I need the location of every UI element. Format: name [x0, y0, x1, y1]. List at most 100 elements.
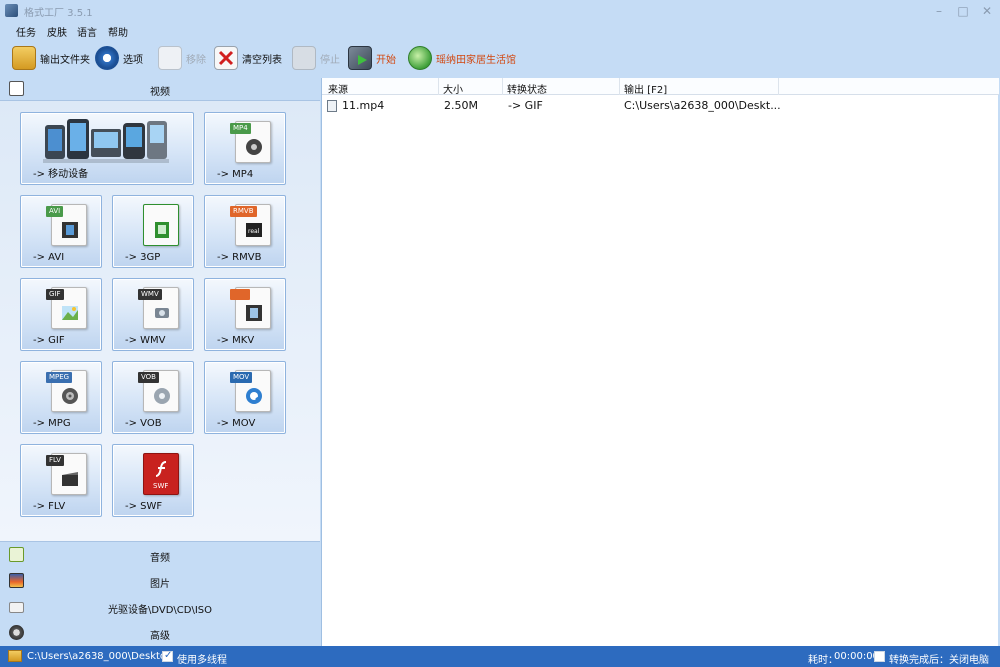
vob-badge: VOB: [138, 372, 159, 383]
output-folder-label: 输出文件夹: [40, 54, 90, 66]
tile-mkv[interactable]: -> MKV: [204, 278, 286, 351]
tile-mp4[interactable]: MP4 -> MP4: [204, 112, 286, 185]
wmv-badge: WMV: [138, 289, 162, 300]
start-button[interactable]: 开始: [348, 44, 396, 72]
tile-rmvb-label: -> RMVB: [217, 252, 262, 263]
video-format-grid: -> 移动设备 MP4 -> MP4 AVI -> AVI -> 3GP RMV…: [0, 100, 320, 542]
col-status[interactable]: 转换状态: [507, 81, 547, 96]
gif-file-icon: GIF: [46, 287, 87, 329]
close-icon[interactable]: ✕: [976, 2, 998, 20]
file-list-header: 来源 大小 转换状态 输出 [F2]: [322, 78, 999, 96]
col-size[interactable]: 大小: [443, 81, 463, 96]
menu-task[interactable]: 任务: [16, 24, 36, 39]
elapsed-value: 00:00:00: [834, 651, 879, 662]
category-rom-label: 光驱设备\DVD\CD\ISO: [107, 605, 213, 616]
clear-list-icon: [214, 46, 238, 70]
category-video-header[interactable]: 视频: [0, 78, 320, 100]
mp4-file-icon: MP4: [230, 121, 271, 163]
title-bar: 格式工厂 3.5.1 – □ ✕: [0, 0, 1000, 22]
folder-icon: [12, 46, 36, 70]
col-divider[interactable]: [619, 78, 620, 95]
file-list-panel: 来源 大小 转换状态 输出 [F2] 11.mp4 2.50M -> GIF C…: [321, 78, 999, 646]
ad-link-button[interactable]: 瑶纳田家居生活馆: [408, 44, 516, 72]
output-folder-button[interactable]: 输出文件夹: [12, 44, 90, 72]
menu-skin[interactable]: 皮肤: [47, 24, 67, 39]
tile-swf[interactable]: SWF -> SWF: [112, 444, 194, 517]
remove-label: 移除: [186, 54, 206, 66]
video-file-icon: [327, 100, 337, 112]
tile-mobile-devices-label: -> 移动设备: [33, 169, 89, 180]
col-divider[interactable]: [778, 78, 779, 95]
tile-mpg[interactable]: MPEG -> MPG: [20, 361, 102, 434]
tile-gif-label: -> GIF: [33, 335, 65, 346]
flv-file-icon: FLV: [46, 453, 87, 495]
col-divider[interactable]: [502, 78, 503, 95]
row-status: -> GIF: [508, 99, 543, 112]
tile-flv[interactable]: FLV -> FLV: [20, 444, 102, 517]
flv-badge: FLV: [46, 455, 64, 466]
menu-language[interactable]: 语言: [77, 24, 97, 39]
minimize-icon[interactable]: –: [928, 2, 950, 20]
category-image-header[interactable]: 图片: [0, 570, 320, 592]
rmvb-badge: RMVB: [230, 206, 257, 217]
stop-button[interactable]: 停止: [292, 44, 340, 72]
category-audio-label: 音频: [150, 553, 170, 564]
options-button[interactable]: 选项: [95, 44, 143, 72]
tile-avi-label: -> AVI: [33, 252, 65, 263]
output-folder-status-icon[interactable]: [8, 650, 22, 662]
tile-gif[interactable]: GIF -> GIF: [20, 278, 102, 351]
swf-badge: SWF: [153, 482, 169, 490]
options-label: 选项: [123, 54, 143, 66]
mobile-devices-icon: [43, 119, 169, 163]
tile-3gp-label: -> 3GP: [125, 252, 161, 263]
tile-vob[interactable]: VOB -> VOB: [112, 361, 194, 434]
tile-mpg-label: -> MPG: [33, 418, 71, 429]
maximize-icon[interactable]: □: [952, 2, 974, 20]
app-icon: [5, 4, 18, 17]
tile-mov-label: -> MOV: [217, 418, 256, 429]
tile-mp4-label: -> MP4: [217, 169, 254, 180]
stop-label: 停止: [320, 54, 340, 66]
vob-file-icon: VOB: [138, 370, 179, 412]
tile-mobile-devices[interactable]: -> 移动设备: [20, 112, 194, 185]
mpg-file-icon: MPEG: [46, 370, 87, 412]
tile-3gp[interactable]: -> 3GP: [112, 195, 194, 268]
tile-mkv-label: -> MKV: [217, 335, 255, 346]
mkv-badge: [230, 289, 250, 300]
stop-icon: [292, 46, 316, 70]
mp4-badge: MP4: [230, 123, 251, 134]
multithread-checkbox[interactable]: [162, 650, 173, 662]
gif-badge: GIF: [46, 289, 64, 300]
clear-list-button[interactable]: 清空列表: [214, 44, 282, 72]
table-row[interactable]: 11.mp4 2.50M -> GIF C:\Users\a2638_000\D…: [322, 97, 999, 113]
col-divider[interactable]: [438, 78, 439, 95]
after-convert-checkbox[interactable]: [874, 651, 885, 662]
tile-rmvb[interactable]: RMVB real -> RMVB: [204, 195, 286, 268]
col-output[interactable]: 输出 [F2]: [624, 81, 667, 96]
clear-list-label: 清空列表: [242, 54, 282, 66]
multithread-label: 使用多线程: [177, 655, 227, 666]
rmvb-file-icon: RMVB real: [230, 204, 271, 246]
category-panel: 视频 -> 移动设备 MP4 -> MP4 AVI -> AVI -> 3GP …: [0, 78, 320, 646]
avi-file-icon: AVI: [46, 204, 87, 246]
swf-file-icon: SWF: [143, 453, 179, 495]
category-rom-header[interactable]: 光驱设备\DVD\CD\ISO: [0, 596, 320, 618]
row-size: 2.50M: [444, 99, 478, 112]
mpg-badge: MPEG: [46, 372, 73, 383]
category-audio-header[interactable]: 音频: [0, 544, 320, 566]
row-output: C:\Users\a2638_000\Deskt...: [624, 99, 781, 112]
row-source: 11.mp4: [342, 99, 385, 112]
wmv-file-icon: WMV: [138, 287, 179, 329]
category-advanced-header[interactable]: 高级: [0, 622, 320, 644]
menu-help[interactable]: 帮助: [108, 24, 128, 39]
tile-wmv[interactable]: WMV -> WMV: [112, 278, 194, 351]
gear-icon: [95, 46, 119, 70]
tile-swf-label: -> SWF: [125, 501, 163, 512]
tile-avi[interactable]: AVI -> AVI: [20, 195, 102, 268]
remove-button[interactable]: 移除: [158, 44, 206, 72]
col-source[interactable]: 来源: [328, 81, 348, 96]
globe-icon: [408, 46, 432, 70]
ad-link-label: 瑶纳田家居生活馆: [436, 54, 516, 66]
tile-mov[interactable]: MOV -> MOV: [204, 361, 286, 434]
3gp-file-icon: [143, 204, 179, 246]
